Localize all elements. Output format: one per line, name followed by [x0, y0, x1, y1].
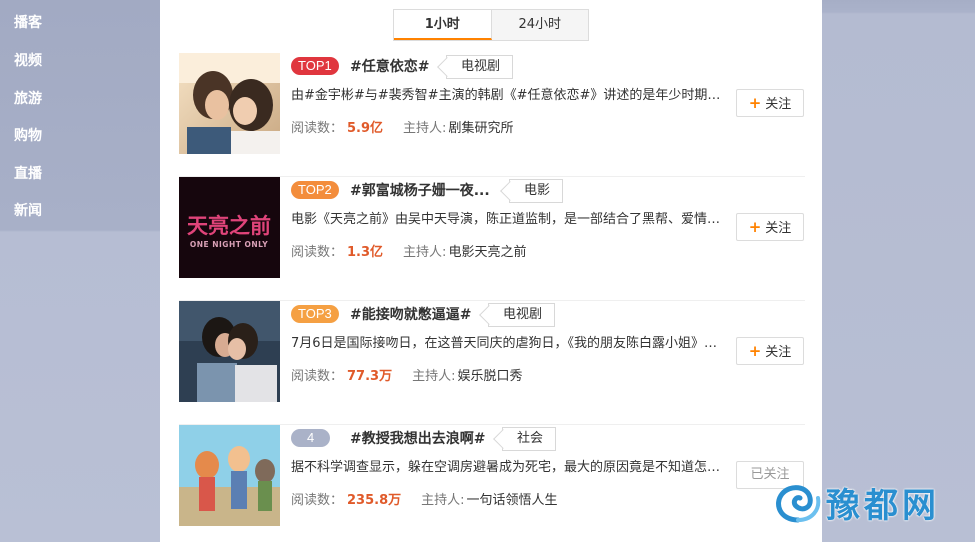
read-count: 235.8万	[347, 493, 402, 508]
host-label: 主持人:	[403, 121, 447, 136]
topic-title[interactable]: #教授我想出去浪啊#	[350, 428, 485, 448]
list-item: 天亮之前 ONE NIGHT ONLY TOP2 #郭富城杨子姗一夜... 电影…	[179, 177, 805, 301]
read-count: 1.3亿	[347, 245, 384, 260]
read-count: 77.3万	[347, 369, 393, 384]
poster-title: 天亮之前	[187, 214, 271, 238]
read-count-label: 阅读数：	[291, 369, 344, 384]
topic-description: 7月6日是国际接吻日，在这普天同庆的虐狗日，《我的朋友陈白露小姐》发布了一组剧照…	[291, 336, 723, 351]
page-background-right	[822, 0, 975, 542]
list-item: 4 #教授我想出去浪啊# 社会 据不科学调查显示，躲在空调房避暑成为死宅，最大的…	[179, 425, 805, 542]
rank-badge: TOP1	[291, 57, 339, 75]
read-count: 5.9亿	[347, 121, 384, 136]
host-name[interactable]: 一句话领悟人生	[467, 493, 558, 508]
follow-label: 关注	[765, 97, 792, 112]
read-count-label: 阅读数：	[291, 121, 344, 136]
site-watermark: 豫都网	[768, 470, 975, 530]
topic-title[interactable]: #任意依恋#	[350, 56, 429, 76]
sidebar-item-shopping[interactable]: 购物	[14, 125, 42, 145]
host-name[interactable]: 电影天亮之前	[448, 245, 526, 260]
sidebar-item-travel[interactable]: 旅游	[14, 88, 42, 108]
category-tag[interactable]: 社会	[502, 427, 557, 451]
sidebar-item-video[interactable]: 视频	[14, 50, 42, 70]
kiss-photo-icon	[179, 301, 280, 402]
cartoon-characters-icon	[179, 425, 280, 526]
topic-title[interactable]: #郭富城杨子姗一夜...	[350, 180, 490, 200]
sidebar-item-news[interactable]: 新闻	[14, 200, 42, 220]
topic-thumbnail[interactable]	[179, 53, 280, 154]
movie-poster-icon: 天亮之前 ONE NIGHT ONLY	[179, 177, 280, 278]
read-count-label: 阅读数：	[291, 493, 344, 508]
tab-24-hours[interactable]: 24小时	[491, 10, 588, 40]
follow-button[interactable]: + 关注	[736, 89, 804, 117]
follow-button[interactable]: + 关注	[736, 337, 804, 365]
host-label: 主持人:	[421, 493, 465, 508]
plus-icon: +	[748, 218, 762, 236]
topic-meta: 阅读数： 5.9亿 主持人: 剧集研究所	[291, 117, 513, 136]
tab-1-hour[interactable]: 1小时	[394, 10, 492, 40]
hot-topics-panel: 1小时 24小时 TOP1 #任意依恋# 电视剧 由#金宇彬#与#裴秀智#主演的…	[160, 0, 822, 542]
host-name[interactable]: 剧集研究所	[448, 121, 513, 136]
topic-meta: 阅读数： 77.3万 主持人: 娱乐脱口秀	[291, 365, 523, 384]
topic-thumbnail[interactable]	[179, 425, 280, 526]
sidebar: 播客 视频 旅游 购物 直播 新闻	[0, 0, 160, 542]
list-item: TOP1 #任意依恋# 电视剧 由#金宇彬#与#裴秀智#主演的韩剧《#任意依恋#…	[179, 53, 805, 177]
list-item: TOP3 #能接吻就憋逼逼# 电视剧 7月6日是国际接吻日，在这普天同庆的虐狗日…	[179, 301, 805, 425]
follow-button[interactable]: + 关注	[736, 213, 804, 241]
sidebar-item-live[interactable]: 直播	[14, 163, 42, 183]
plus-icon: +	[748, 342, 762, 360]
rank-badge: TOP3	[291, 305, 339, 323]
rank-badge: 4	[291, 429, 331, 447]
poster-subtitle: ONE NIGHT ONLY	[190, 240, 268, 249]
topic-title[interactable]: #能接吻就憋逼逼#	[350, 304, 471, 324]
watermark-text: 豫都网	[826, 486, 940, 526]
rank-badge: TOP2	[291, 181, 339, 199]
couple-photo-icon	[179, 53, 280, 154]
host-label: 主持人:	[412, 369, 456, 384]
category-tag[interactable]: 电视剧	[488, 303, 556, 327]
topic-description: 电影《天亮之前》由吴中天导演，陈正道监制，是一部结合了黑帮、爱情、悬疑元素的电影…	[291, 212, 723, 227]
follow-label: 关注	[765, 221, 792, 236]
topic-thumbnail[interactable]	[179, 301, 280, 402]
topic-description: 由#金宇彬#与#裴秀智#主演的韩剧《#任意依恋#》讲述的是年少时期因令人伤痛的往…	[291, 88, 723, 103]
read-count-label: 阅读数：	[291, 245, 344, 260]
topic-thumbnail[interactable]: 天亮之前 ONE NIGHT ONLY	[179, 177, 280, 278]
category-tag[interactable]: 电视剧	[446, 55, 514, 79]
time-range-tabs: 1小时 24小时	[393, 9, 589, 41]
follow-label: 关注	[765, 345, 792, 360]
host-label: 主持人:	[403, 245, 447, 260]
topic-meta: 阅读数： 235.8万 主持人: 一句话领悟人生	[291, 489, 558, 508]
category-tag[interactable]: 电影	[509, 179, 564, 203]
swirl-logo-icon	[776, 485, 821, 523]
topic-meta: 阅读数： 1.3亿 主持人: 电影天亮之前	[291, 241, 526, 260]
topic-description: 据不科学调查显示，躲在空调房避暑成为死宅，最大的原因竟是不知道怎么出去浪。	[291, 460, 723, 475]
host-name[interactable]: 娱乐脱口秀	[457, 369, 522, 384]
plus-icon: +	[748, 94, 762, 112]
sidebar-item-podcast[interactable]: 播客	[14, 12, 42, 32]
